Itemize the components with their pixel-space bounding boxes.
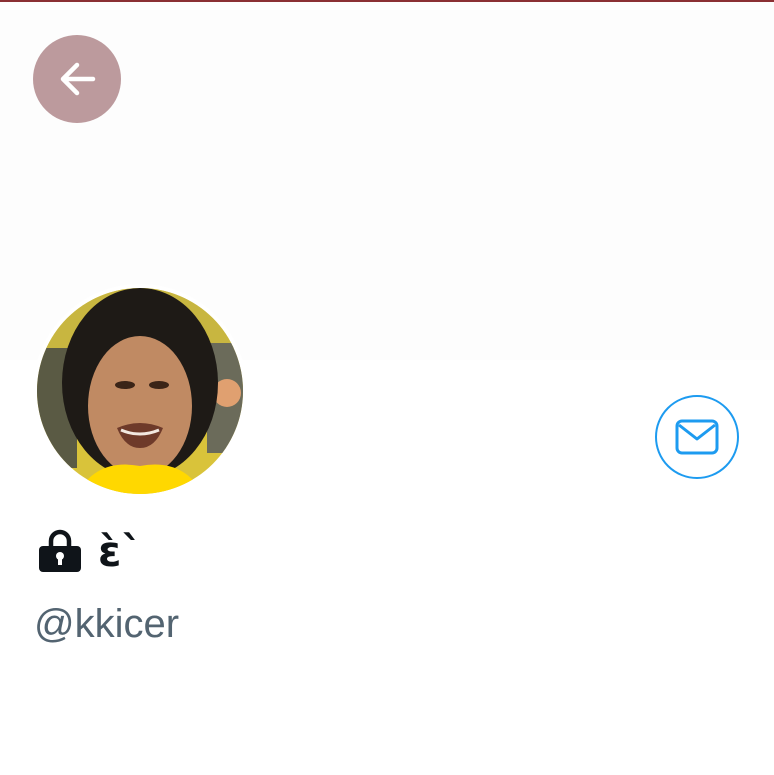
back-button[interactable]: [33, 35, 121, 123]
envelope-icon: [675, 419, 719, 455]
avatar-border: [33, 284, 247, 498]
lock-icon: [39, 529, 81, 572]
name-row: ɛ̀`: [36, 522, 142, 578]
user-handle: @kkicer: [34, 602, 180, 646]
avatar[interactable]: [37, 288, 243, 494]
display-name: ɛ̀`: [98, 527, 143, 576]
message-button[interactable]: [655, 395, 739, 479]
arrow-left-icon: [60, 62, 96, 96]
